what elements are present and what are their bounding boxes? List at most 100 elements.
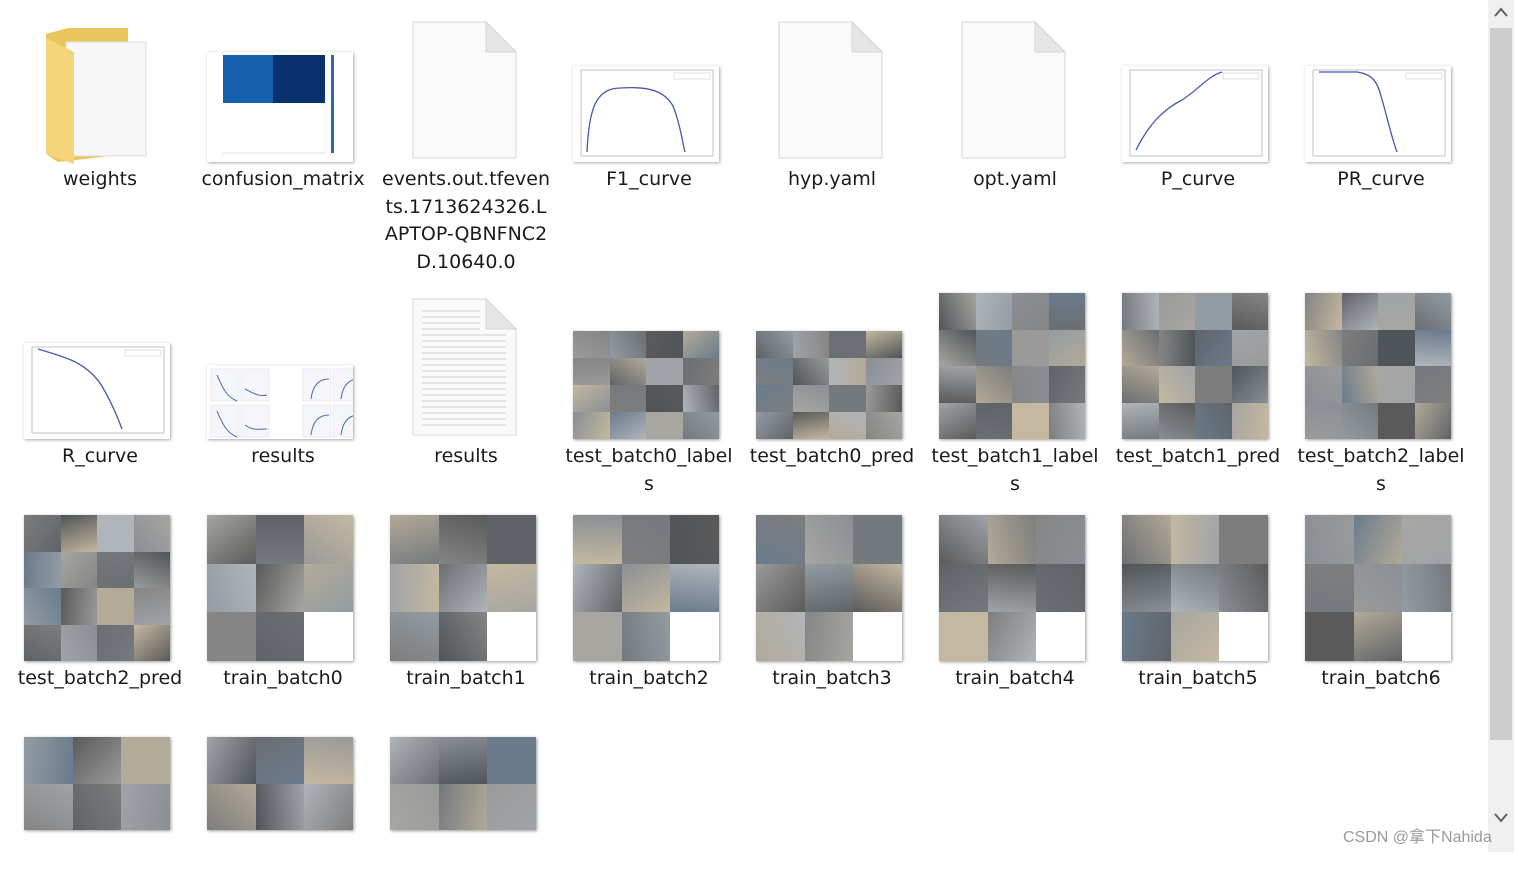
mosaic-tile xyxy=(865,412,902,439)
file-name-label: test_batch1_pred xyxy=(1115,445,1281,467)
mosaic-tile xyxy=(756,385,793,412)
mosaic-tile xyxy=(670,563,719,613)
file-item[interactable]: confusion_matrix xyxy=(199,14,367,244)
mosaic-tile xyxy=(682,331,719,358)
file-thumbnail xyxy=(199,735,367,887)
file-item[interactable]: F1_curve xyxy=(565,14,733,244)
mosaic-tile xyxy=(1036,563,1085,613)
mosaic-tile xyxy=(304,563,353,613)
mosaic-tile xyxy=(1402,612,1451,661)
file-thumbnail xyxy=(931,291,1099,443)
mosaic-tile xyxy=(573,515,622,564)
file-item[interactable] xyxy=(199,735,367,838)
mosaic-tile xyxy=(975,329,1012,366)
file-item[interactable]: train_batch1 xyxy=(382,513,550,743)
file-item[interactable]: test_batch0_labels xyxy=(565,291,733,521)
mosaic-tile xyxy=(1170,563,1220,613)
mosaic-tile xyxy=(1012,366,1049,403)
mosaic-tile xyxy=(939,515,988,564)
file-item[interactable]: opt.yaml xyxy=(931,14,1099,244)
file-item[interactable]: test_batch2_pred xyxy=(16,513,184,743)
mosaic-image xyxy=(756,331,902,439)
chevron-down-icon[interactable] xyxy=(1488,804,1514,830)
file-item[interactable]: PR_curve xyxy=(1297,14,1465,244)
mosaic-tile xyxy=(987,515,1037,564)
file-item[interactable]: P_curve xyxy=(1114,14,1282,244)
mosaic-tile xyxy=(133,624,170,661)
file-thumbnail xyxy=(565,513,733,665)
mosaic-image xyxy=(390,515,536,661)
mosaic-tile xyxy=(1414,366,1451,403)
mosaic-tile xyxy=(207,783,256,830)
mosaic-tile xyxy=(804,612,854,661)
file-item[interactable]: R_curve xyxy=(16,291,184,521)
mosaic-tile xyxy=(1122,612,1171,661)
scrollbar-thumb[interactable] xyxy=(1490,28,1512,740)
file-item[interactable]: events.out.tfevents.1713624326.LAPTOP-QB… xyxy=(382,14,550,273)
mosaic-tile xyxy=(609,385,646,412)
mosaic-tile xyxy=(1305,515,1354,564)
vertical-scrollbar[interactable] xyxy=(1488,0,1514,852)
file-item[interactable]: test_batch1_labels xyxy=(931,291,1099,521)
mosaic-tile xyxy=(24,737,73,784)
file-item[interactable]: train_batch5 xyxy=(1114,513,1282,743)
file-thumbnail xyxy=(931,14,1099,166)
file-name-label: events.out.tfevents.1713624326.LAPTOP-QB… xyxy=(382,168,551,273)
file-item[interactable] xyxy=(16,735,184,838)
mosaic-tile xyxy=(390,737,439,784)
file-item[interactable]: results xyxy=(199,291,367,521)
file-thumbnail xyxy=(565,291,733,443)
plot-image xyxy=(1305,66,1451,162)
file-item[interactable]: test_batch0_pred xyxy=(748,291,916,521)
mosaic-tile xyxy=(1378,402,1415,439)
mosaic-tile xyxy=(390,563,439,613)
mosaic-tile xyxy=(390,783,439,830)
mosaic-tile xyxy=(438,737,488,784)
file-name-label: train_batch1 xyxy=(406,667,526,689)
plot-image xyxy=(24,343,170,439)
mosaic-tile xyxy=(60,551,97,588)
mosaic-tile xyxy=(1378,329,1415,366)
file-item[interactable]: test_batch2_labels xyxy=(1297,291,1465,521)
blank-file-icon xyxy=(412,20,518,159)
mosaic-tile xyxy=(1195,402,1232,439)
mosaic-tile xyxy=(792,385,829,412)
file-item[interactable]: hyp.yaml xyxy=(748,14,916,244)
mosaic-image xyxy=(939,293,1085,439)
mosaic-tile xyxy=(438,783,488,830)
mosaic-tile xyxy=(1122,515,1171,564)
file-item[interactable]: train_batch4 xyxy=(931,513,1099,743)
mosaic-tile xyxy=(1170,612,1220,661)
chevron-up-icon[interactable] xyxy=(1488,0,1514,26)
file-item[interactable]: train_batch3 xyxy=(748,513,916,743)
blank-file-icon xyxy=(778,20,884,159)
file-item[interactable]: weights xyxy=(16,14,184,244)
mosaic-image xyxy=(573,331,719,439)
file-thumbnail xyxy=(931,513,1099,665)
mosaic-tile xyxy=(487,737,536,784)
file-item[interactable]: train_batch0 xyxy=(199,513,367,743)
file-thumbnail xyxy=(1114,513,1282,665)
mosaic-tile xyxy=(853,612,902,661)
mosaic-tile xyxy=(756,612,805,661)
mosaic-tile xyxy=(756,331,793,358)
mosaic-tile xyxy=(1353,515,1403,564)
mosaic-image xyxy=(1122,293,1268,439)
mosaic-tile xyxy=(792,358,829,385)
mosaic-tile xyxy=(939,563,988,613)
mosaic-image xyxy=(1122,515,1268,661)
file-thumbnail xyxy=(1114,291,1282,443)
file-name-label: test_batch0_pred xyxy=(749,445,915,467)
mosaic-tile xyxy=(1414,293,1451,330)
file-item[interactable]: train_batch2 xyxy=(565,513,733,743)
file-item[interactable]: train_batch6 xyxy=(1297,513,1465,743)
mosaic-tile xyxy=(207,515,256,564)
mosaic-tile xyxy=(1231,293,1268,330)
mosaic-tile xyxy=(573,412,610,439)
mosaic-tile xyxy=(1305,612,1354,661)
file-name-label: F1_curve xyxy=(606,168,692,190)
mosaic-image xyxy=(24,515,170,661)
file-item[interactable]: test_batch1_pred xyxy=(1114,291,1282,521)
file-item[interactable]: results xyxy=(382,291,550,521)
file-item[interactable] xyxy=(382,735,550,838)
